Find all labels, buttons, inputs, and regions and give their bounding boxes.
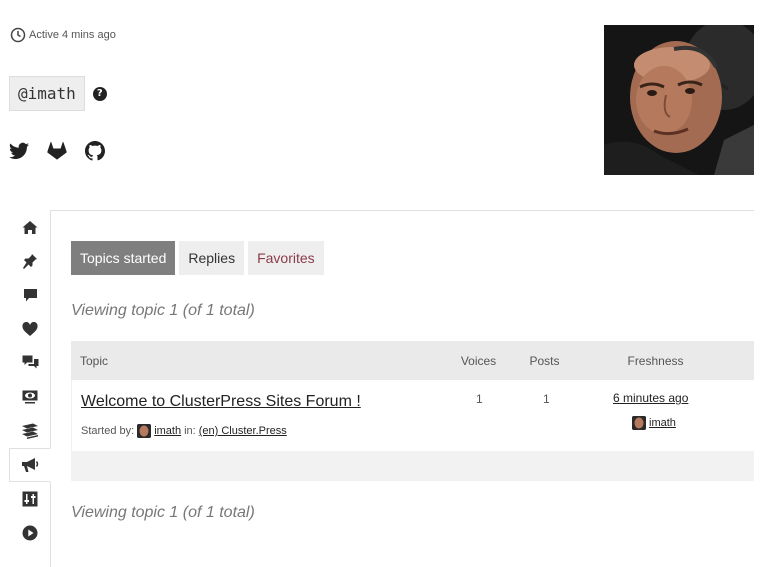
play-icon — [22, 525, 38, 541]
table-header: Topic Voices Posts Freshness — [71, 341, 754, 380]
social-links — [8, 140, 106, 162]
pin-icon — [23, 254, 37, 269]
question-icon[interactable]: ? — [92, 86, 107, 101]
profile-nav — [9, 210, 51, 550]
voices-count: 1 — [476, 392, 483, 406]
pagination-count-top: Viewing topic 1 (of 1 total) — [71, 302, 255, 319]
github-icon[interactable] — [84, 140, 106, 162]
nav-settings[interactable] — [9, 482, 51, 516]
twitter-icon[interactable] — [8, 140, 30, 162]
user-handle: @imath — [9, 76, 85, 111]
header-freshness: Freshness — [627, 353, 684, 368]
user-handle-row: @imath ? — [9, 76, 107, 111]
active-text: Active 4 mins ago — [29, 29, 116, 41]
nav-sticky[interactable] — [9, 244, 51, 278]
last-poster: imath — [629, 416, 676, 430]
megaphone-icon — [22, 458, 39, 472]
freshness-link[interactable]: 6 minutes ago — [613, 391, 688, 405]
topics-table: Topic Voices Posts Freshness Welcome to … — [71, 341, 754, 481]
nav-forums[interactable] — [9, 346, 51, 380]
pagination-count-bottom: Viewing topic 1 (of 1 total) — [71, 504, 255, 521]
heart-icon — [22, 321, 38, 336]
author-link[interactable]: imath — [154, 425, 181, 437]
comments-icon — [22, 355, 38, 369]
header-posts: Posts — [529, 353, 560, 368]
tab-topics-started[interactable]: Topics started — [71, 241, 176, 275]
topic-title-link[interactable]: Welcome to ClusterPress Sites Forum ! — [81, 393, 361, 411]
content-tabs: Topics started Replies Favorites — [71, 241, 324, 275]
last-poster-link[interactable]: imath — [649, 417, 676, 429]
table-footer — [71, 451, 754, 481]
comment-icon — [23, 288, 37, 301]
tab-replies[interactable]: Replies — [179, 241, 245, 275]
topic-meta: Started by: imath in: (en) Cluster.Press — [81, 424, 287, 438]
in-label: in: — [184, 425, 196, 437]
settings-icon — [22, 491, 38, 507]
nav-sites[interactable] — [9, 414, 51, 448]
posts-count: 1 — [543, 392, 550, 406]
table-row: Welcome to ClusterPress Sites Forum ! St… — [71, 380, 754, 451]
user-avatar — [604, 25, 754, 175]
gitlab-icon[interactable] — [46, 140, 68, 162]
author-avatar[interactable] — [137, 424, 152, 438]
nav-favorites[interactable] — [9, 312, 51, 346]
nav-home[interactable] — [9, 210, 51, 244]
nav-announcements[interactable] — [9, 448, 51, 482]
header-topic: Topic — [80, 353, 109, 368]
started-by-label: Started by: — [81, 425, 135, 437]
nav-comments[interactable] — [9, 278, 51, 312]
layers-icon — [22, 423, 38, 439]
eye-icon — [22, 390, 38, 404]
home-icon — [22, 220, 38, 234]
nav-media[interactable] — [9, 516, 51, 550]
last-poster-avatar[interactable] — [632, 416, 646, 430]
clock-icon — [10, 27, 26, 43]
header-voices: Voices — [460, 353, 497, 368]
last-active: Active 4 mins ago — [10, 27, 116, 43]
tab-favorites[interactable]: Favorites — [248, 241, 324, 275]
forum-link[interactable]: (en) Cluster.Press — [199, 425, 287, 437]
nav-subscriptions[interactable] — [9, 380, 51, 414]
